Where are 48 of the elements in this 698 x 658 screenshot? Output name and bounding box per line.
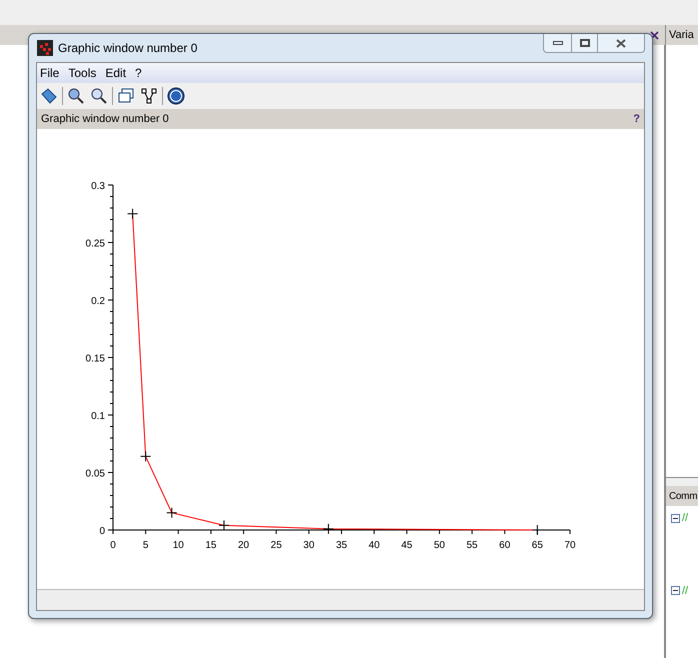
x-tick-label: 45 (401, 540, 412, 551)
nodes-icon[interactable] (139, 86, 159, 106)
x-tick-label: 10 (172, 540, 184, 551)
x-tick-label: 50 (434, 540, 445, 551)
y-tick-label: 0 (99, 526, 105, 537)
menu-item[interactable]: File (40, 64, 60, 82)
x-tick-label: 30 (303, 540, 314, 551)
collapse-icon[interactable] (671, 586, 680, 596)
y-tick-label: 0.25 (86, 238, 105, 250)
x-tick-label: 65 (532, 540, 543, 551)
point-marker (140, 450, 152, 462)
point-marker (322, 523, 334, 534)
panel-title: Varia (669, 28, 694, 43)
x-tick-label: 5 (142, 540, 148, 551)
y-tick-label: 0.05 (86, 468, 105, 480)
help-icon[interactable] (166, 86, 186, 106)
x-tick-label: 15 (205, 540, 216, 551)
y-tick-label: 0.1 (91, 411, 105, 422)
y-tick-label: 0.3 (91, 181, 105, 192)
x-tick-label: 40 (368, 540, 380, 551)
figure-title: Graphic window number 0 (41, 112, 169, 127)
x-tick-label: 35 (336, 540, 348, 551)
point-marker (127, 208, 138, 220)
x-tick-label: 70 (564, 540, 576, 551)
menu-item[interactable]: ? (135, 64, 142, 82)
panel-title: Comm (669, 490, 698, 504)
app-icon (37, 40, 53, 56)
comment-text: // (682, 511, 688, 526)
menu-item[interactable]: Edit (105, 64, 126, 82)
window-title: Graphic window number 0 (58, 40, 198, 57)
point-marker (218, 520, 230, 531)
help-mark[interactable]: ? (633, 110, 640, 128)
point-marker (532, 524, 543, 536)
collapse-icon[interactable] (671, 514, 680, 523)
x-tick-label: 20 (238, 540, 250, 551)
menu-item[interactable]: Tools (68, 64, 96, 82)
point-marker (166, 507, 178, 518)
y-tick-label: 0.2 (91, 296, 105, 307)
x-tick-label: 60 (499, 540, 510, 551)
y-tick-label: 0.15 (86, 354, 105, 364)
zoom-icon[interactable] (89, 86, 109, 106)
comment-text: // (682, 584, 688, 598)
x-tick-label: 55 (466, 540, 478, 551)
zoom-icon[interactable] (66, 86, 86, 106)
close-icon[interactable] (650, 30, 659, 40)
x-tick-label: 0 (110, 540, 116, 551)
x-tick-label: 25 (270, 540, 282, 551)
close-icon (616, 38, 626, 48)
